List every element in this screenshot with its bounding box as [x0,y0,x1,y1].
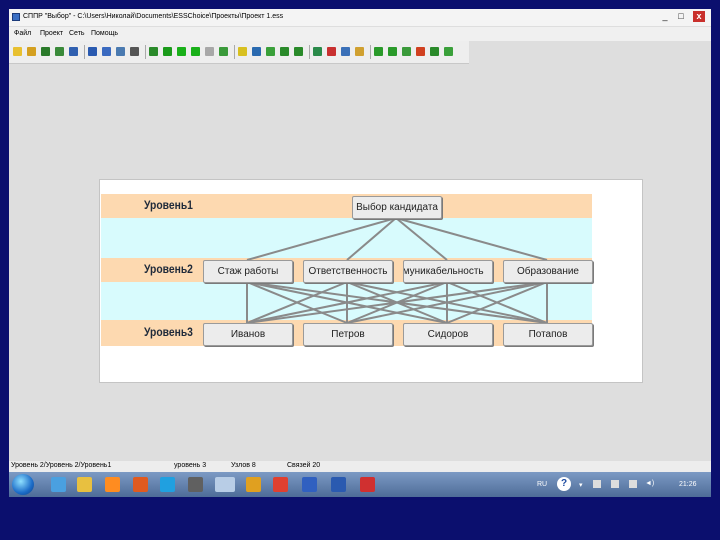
pointer-icon[interactable] [416,47,425,56]
export-icon[interactable] [219,47,228,56]
node-icon[interactable] [280,47,289,56]
tray-arrows-icon[interactable]: ▾ [579,481,583,489]
media-icon[interactable] [105,477,120,492]
battery-icon[interactable] [629,480,637,488]
level-1-label: Уровень1 [144,198,193,212]
search-icon[interactable] [252,47,261,56]
criterion-node[interactable]: Стаж работы [203,260,293,283]
status-links: Связей 20 [287,462,321,469]
level-3-label: Уровень3 [144,325,193,339]
word-icon[interactable] [331,477,346,492]
alternative-node[interactable]: Иванов [203,323,293,346]
table-icon[interactable] [116,47,125,56]
edit-icon[interactable] [430,47,439,56]
alternative-node[interactable]: Потапов [503,323,593,346]
window-title: СППР "Выбор" - C:\Users\Николай\Document… [23,13,284,20]
hierarchy-diagram: Уровень1 Уровень2 Уровень3 Выбор кандида… [99,179,643,383]
status-bar: Уровень 2/Уровень 2/Уровень1 уровень 3 У… [9,461,711,472]
flag-icon[interactable] [593,480,601,488]
model-canvas[interactable]: Уровень1 Уровень2 Уровень3 Выбор кандида… [9,64,711,461]
explorer-icon[interactable] [77,477,92,492]
toolbar-separator [145,45,146,59]
criterion-node[interactable]: Образование [503,260,593,283]
toolbar-separator [234,45,235,59]
paste-icon[interactable] [102,47,111,56]
toolbar-separator [370,45,371,59]
menu-project[interactable]: Проект [40,30,63,37]
chart-icon[interactable] [238,47,247,56]
status-level: уровень 3 [174,462,207,469]
maximize-button[interactable]: □ [675,11,687,22]
save-icon[interactable] [302,477,317,492]
volume-icon[interactable]: ◄) [645,480,654,487]
properties-icon[interactable] [130,47,139,56]
ie-icon[interactable] [51,477,66,492]
firefox-icon[interactable] [133,477,148,492]
language-indicator[interactable]: RU [537,481,547,488]
save-as-icon[interactable] [55,47,64,56]
help-icon[interactable]: ? [557,477,571,491]
goal-node[interactable]: Выбор кандидата [352,196,442,219]
app-window: СППР "Выбор" - C:\Users\Николай\Document… [9,9,711,497]
node-icon[interactable] [294,47,303,56]
menu-file[interactable]: Файл [14,30,31,37]
alternative-node[interactable]: Петров [303,323,393,346]
title-bar[interactable]: СППР "Выбор" - C:\Users\Николай\Document… [9,9,711,26]
close-button[interactable]: x [693,11,705,22]
skype-icon[interactable] [160,477,175,492]
toolbar-separator [309,45,310,59]
up-icon[interactable] [444,47,453,56]
toolbar [9,41,469,64]
print-icon[interactable] [69,47,78,56]
refresh-icon[interactable] [313,47,322,56]
pdf-icon[interactable] [273,477,288,492]
goal-criterion-link [246,217,397,261]
arrow-icon[interactable] [402,47,411,56]
image-icon[interactable] [327,47,336,56]
criterion-node[interactable]: Коммуникабельность [403,260,493,283]
save-icon[interactable] [41,47,50,56]
app-icon[interactable] [188,477,203,492]
menu-bar: Файл Проект Сеть Помощь [9,27,711,41]
minimize-button[interactable]: _ [659,11,671,22]
menu-help[interactable]: Помощь [91,30,118,37]
app-icon [12,13,20,21]
status-nodes: Узлов 8 [231,462,256,469]
open-icon[interactable] [27,47,36,56]
settings-icon[interactable] [205,47,214,56]
zoom-icon[interactable] [341,47,350,56]
play-icon[interactable] [177,47,186,56]
level-2-label: Уровень2 [144,262,193,276]
status-path: Уровень 2/Уровень 2/Уровень1 [11,462,112,469]
alternative-node[interactable]: Сидоров [403,323,493,346]
play-icon[interactable] [191,47,200,56]
choice-app-icon[interactable] [215,477,235,492]
tree-icon[interactable] [149,47,158,56]
taskbar: RU ? ▾ ◄) 21:26 [9,472,711,497]
toolbar-separator [84,45,85,59]
arrow-icon[interactable] [388,47,397,56]
copy-icon[interactable] [88,47,97,56]
network-icon[interactable] [266,47,275,56]
start-button[interactable] [12,474,34,495]
flag-icon[interactable] [355,47,364,56]
goal-criterion-link [395,217,548,261]
network-icon[interactable] [611,480,619,488]
link-icon[interactable] [374,47,383,56]
app2-icon[interactable] [246,477,261,492]
criterion-node[interactable]: Ответственность [303,260,393,283]
run-icon[interactable] [163,47,172,56]
acrobat-icon[interactable] [360,477,375,492]
system-tray: RU ? ▾ ◄) 21:26 [529,472,711,497]
menu-network[interactable]: Сеть [69,30,85,37]
new-icon[interactable] [13,47,22,56]
clock[interactable]: 21:26 [679,481,697,488]
